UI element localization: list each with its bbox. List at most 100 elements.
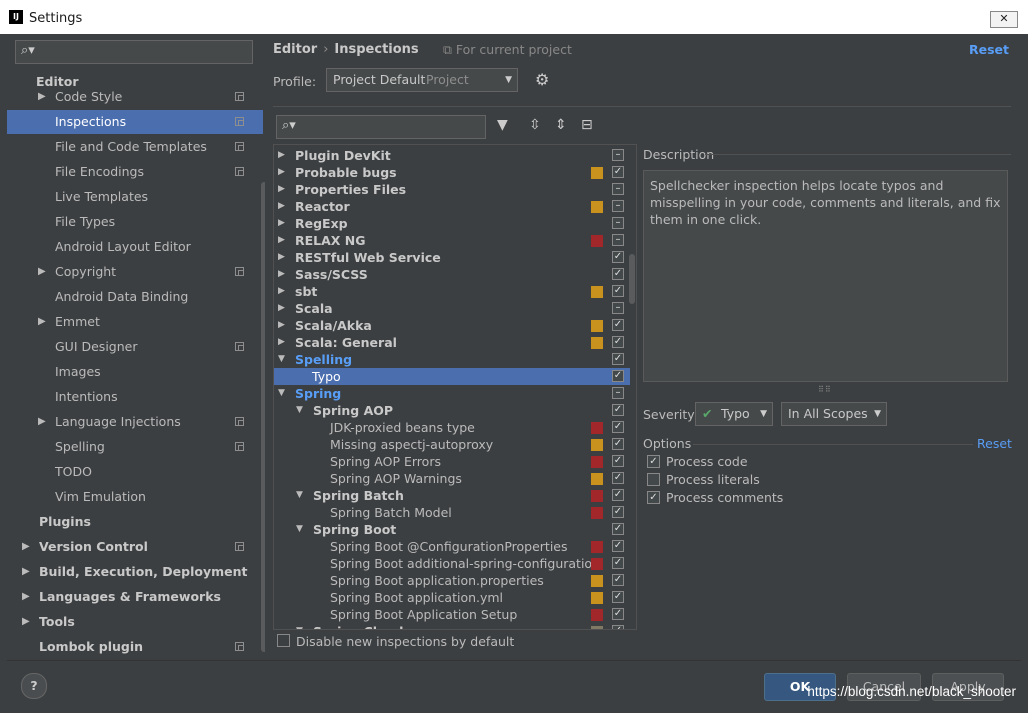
chevron-down-icon[interactable]: ▼: [296, 487, 303, 504]
inspection-item[interactable]: Spring Batch Model ✓: [274, 504, 630, 521]
chevron-right-icon[interactable]: ▶: [278, 249, 285, 266]
chevron-down-icon[interactable]: ▼: [296, 402, 303, 419]
inspection-enabled-checkbox[interactable]: ✓: [612, 557, 624, 569]
chevron-right-icon[interactable]: ▶: [278, 232, 285, 249]
inspection-enabled-checkbox[interactable]: –: [612, 234, 624, 246]
sidebar-item[interactable]: File Encodings: [7, 160, 263, 184]
inspection-group[interactable]: ▶ RESTful Web Service ✓: [274, 249, 630, 266]
inspection-group[interactable]: ▶ Scala: General ✓: [274, 334, 630, 351]
inspection-enabled-checkbox[interactable]: ✓: [612, 455, 624, 467]
sidebar-item[interactable]: ▶ Copyright: [7, 260, 263, 284]
inspection-enabled-checkbox[interactable]: –: [612, 200, 624, 212]
inspection-enabled-checkbox[interactable]: ✓: [612, 353, 624, 365]
inspection-group[interactable]: ▶ sbt ✓: [274, 283, 630, 300]
option-row[interactable]: Process literals: [647, 472, 847, 488]
inspection-item[interactable]: Spring AOP Warnings ✓: [274, 470, 630, 487]
inspection-enabled-checkbox[interactable]: ✓: [612, 268, 624, 280]
inspection-search-input[interactable]: ⌕▾: [276, 115, 486, 139]
inspection-enabled-checkbox[interactable]: ✓: [612, 574, 624, 586]
chevron-down-icon[interactable]: ▼: [296, 623, 303, 629]
sidebar-item[interactable]: Lombok plugin: [7, 635, 263, 659]
chevron-right-icon[interactable]: ▶: [38, 310, 46, 334]
inspection-group[interactable]: ▶ Plugin DevKit –: [274, 147, 630, 164]
inspection-group[interactable]: ▼ Spring –: [274, 385, 630, 402]
inspection-group[interactable]: ▶ RELAX NG –: [274, 232, 630, 249]
inspection-group[interactable]: ▶ RegExp –: [274, 215, 630, 232]
inspection-enabled-checkbox[interactable]: ✓: [612, 319, 624, 331]
sidebar-item[interactable]: Android Data Binding: [7, 285, 263, 309]
collapse-all-icon[interactable]: ⇕: [555, 117, 567, 133]
chevron-right-icon[interactable]: ▶: [278, 164, 285, 181]
chevron-right-icon[interactable]: ▶: [22, 585, 30, 609]
inspection-enabled-checkbox[interactable]: ✓: [612, 591, 624, 603]
inspection-group[interactable]: ▼ Spelling ✓: [274, 351, 630, 368]
sidebar-item[interactable]: Vim Emulation: [7, 485, 263, 509]
chevron-down-icon[interactable]: ▼: [296, 521, 303, 538]
sidebar-item[interactable]: GUI Designer: [7, 335, 263, 359]
inspection-enabled-checkbox[interactable]: –: [612, 217, 624, 229]
inspection-group[interactable]: ▶ Reactor –: [274, 198, 630, 215]
sidebar-item[interactable]: Intentions: [7, 385, 263, 409]
scope-dropdown[interactable]: In All Scopes ▼: [781, 402, 887, 426]
inspections-scrollbar[interactable]: [629, 254, 635, 304]
inspection-group[interactable]: ▼ Spring Batch ✓: [274, 487, 630, 504]
inspection-item[interactable]: Spring Boot @ConfigurationProperties ✓: [274, 538, 630, 555]
splitter-grip-icon[interactable]: ⠿⠿: [818, 385, 832, 394]
inspection-enabled-checkbox[interactable]: ✓: [612, 506, 624, 518]
sidebar-item[interactable]: Android Layout Editor: [7, 235, 263, 259]
inspection-group[interactable]: ▶ Probable bugs ✓: [274, 164, 630, 181]
inspection-group[interactable]: ▶ Properties Files –: [274, 181, 630, 198]
chevron-right-icon[interactable]: ▶: [278, 266, 285, 283]
sidebar-item[interactable]: ▶ Tools: [7, 610, 263, 634]
inspection-enabled-checkbox[interactable]: ✓: [612, 540, 624, 552]
reset-to-empty-icon[interactable]: ⊟: [581, 117, 593, 133]
inspection-enabled-checkbox[interactable]: –: [612, 387, 624, 399]
inspection-enabled-checkbox[interactable]: ✓: [612, 370, 624, 382]
close-icon[interactable]: ✕: [990, 11, 1018, 28]
option-checkbox[interactable]: [647, 473, 660, 486]
inspection-enabled-checkbox[interactable]: ✓: [612, 166, 624, 178]
sidebar-item[interactable]: Inspections: [7, 110, 263, 134]
options-reset-link[interactable]: Reset: [977, 436, 1012, 451]
severity-dropdown[interactable]: ✔ Typo ▼: [695, 402, 773, 426]
inspection-group[interactable]: ▶ Scala/Akka ✓: [274, 317, 630, 334]
filter-icon[interactable]: ▼: [497, 117, 508, 133]
inspection-enabled-checkbox[interactable]: ✓: [612, 251, 624, 263]
inspection-enabled-checkbox[interactable]: ✓: [612, 523, 624, 535]
inspection-group[interactable]: ▶ Scala –: [274, 300, 630, 317]
inspection-enabled-checkbox[interactable]: ✓: [612, 608, 624, 620]
inspection-enabled-checkbox[interactable]: ✓: [612, 404, 624, 416]
inspection-group[interactable]: ▼ Spring Boot ✓: [274, 521, 630, 538]
option-row[interactable]: ✓ Process code: [647, 454, 847, 470]
inspection-enabled-checkbox[interactable]: ✓: [612, 421, 624, 433]
chevron-right-icon[interactable]: ▶: [278, 215, 285, 232]
disable-new-inspections-checkbox[interactable]: [277, 634, 290, 647]
option-row[interactable]: ✓ Process comments: [647, 490, 847, 506]
sidebar-item[interactable]: Live Templates: [7, 185, 263, 209]
inspection-item[interactable]: Typo ✓: [274, 368, 630, 385]
inspection-enabled-checkbox[interactable]: ✓: [612, 489, 624, 501]
chevron-down-icon[interactable]: ▼: [278, 385, 285, 402]
gear-icon[interactable]: ⚙: [535, 70, 549, 89]
inspection-item[interactable]: Spring Boot additional-spring-configurat…: [274, 555, 630, 572]
inspection-item[interactable]: Spring AOP Errors ✓: [274, 453, 630, 470]
sidebar-item[interactable]: File Types: [7, 210, 263, 234]
sidebar-item[interactable]: ▶ Build, Execution, Deployment: [7, 560, 263, 584]
chevron-down-icon[interactable]: ▼: [278, 351, 285, 368]
inspection-enabled-checkbox[interactable]: –: [612, 302, 624, 314]
settings-search-input[interactable]: ⌕▾: [15, 40, 253, 64]
option-checkbox[interactable]: ✓: [647, 491, 660, 504]
sidebar-item[interactable]: TODO: [7, 460, 263, 484]
chevron-right-icon[interactable]: ▶: [22, 535, 30, 559]
inspection-enabled-checkbox[interactable]: ✓: [612, 285, 624, 297]
chevron-right-icon[interactable]: ▶: [278, 283, 285, 300]
inspection-enabled-checkbox[interactable]: ✓: [612, 438, 624, 450]
chevron-right-icon[interactable]: ▶: [38, 85, 46, 109]
sidebar-item[interactable]: Plugins: [7, 510, 263, 534]
profile-dropdown[interactable]: Project Default Project ▼: [326, 68, 518, 92]
sidebar-item[interactable]: ▶ Languages & Frameworks: [7, 585, 263, 609]
inspection-item[interactable]: Spring Boot application.properties ✓: [274, 572, 630, 589]
inspection-group[interactable]: ▼ Spring AOP ✓: [274, 402, 630, 419]
inspection-enabled-checkbox[interactable]: ✓: [612, 625, 624, 629]
inspection-enabled-checkbox[interactable]: ✓: [612, 336, 624, 348]
